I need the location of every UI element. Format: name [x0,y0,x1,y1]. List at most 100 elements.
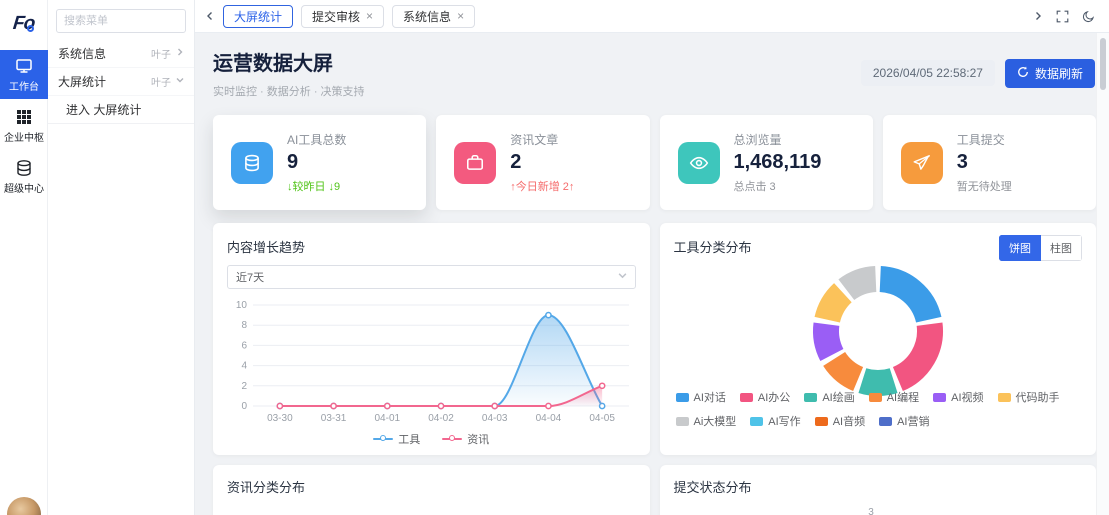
news-category-card: 资讯分类分布 [213,465,650,515]
sidebar-item-big-screen-stats[interactable]: 大屏统计 叶子 [48,68,194,96]
svg-text:04-04: 04-04 [536,413,562,424]
stat-value: 2 [510,151,574,174]
tabs-scroll-right-icon[interactable] [1033,11,1043,21]
chevron-right-icon [176,48,184,59]
legend-item[interactable]: AI音频 [815,413,865,429]
logo-text: Fo [12,13,36,35]
legend-item[interactable]: AI视频 [933,389,983,405]
close-icon[interactable]: × [366,10,373,22]
left-rail: Fo 工作台 企业中枢 超级中心 [0,0,48,515]
tabs-scroll-left-icon[interactable] [205,11,215,21]
moon-icon[interactable] [1082,10,1095,23]
tab-label: 大屏统计 [234,8,282,25]
dashboard-content: 运营数据大屏 实时监控 · 数据分析 · 决策支持 2026/04/05 22:… [195,33,1096,515]
chevron-down-icon [618,271,627,283]
svg-text:04-02: 04-02 [428,413,454,424]
user-avatar[interactable] [7,497,41,515]
legend-item[interactable]: 资讯 [442,431,489,447]
page-title: 运营数据大屏 [213,47,365,76]
svg-text:04-05: 04-05 [589,413,615,424]
sidebar-item-system-info[interactable]: 系统信息 叶子 [48,40,194,68]
content-growth-card: 内容增长趋势 近7天 024681003-3003-3104-0104-0204… [213,223,650,455]
svg-text:2: 2 [241,381,247,392]
chart-type-toggle: 饼图 柱图 [999,235,1082,261]
rail-item-super-center[interactable]: 超级中心 [0,152,48,201]
menu-item-label: 系统信息 [58,45,106,62]
stat-label: 总浏览量 [734,131,822,148]
sidebar-subitem-enter-big-screen[interactable]: 进入 大屏统计 [48,96,194,124]
chart-title: 内容增长趋势 [227,237,636,256]
rail-item-label: 企业中枢 [4,129,44,144]
svg-text:04-03: 04-03 [482,413,508,424]
svg-text:03-31: 03-31 [321,413,347,424]
stat-card-ai-tools: AI工具总数 9 ↓较昨日 ↓9 [213,115,426,210]
database-icon [231,142,273,184]
tab-submit-review[interactable]: 提交审核 × [301,5,384,28]
legend-item[interactable]: 代码助手 [998,389,1060,405]
chart-title: 资讯分类分布 [227,477,636,496]
data-refresh-button[interactable]: 数据刷新 [1005,59,1095,88]
legend-item[interactable]: AI写作 [750,413,800,429]
paper-plane-icon [901,142,943,184]
briefcase-icon [454,142,496,184]
search-input[interactable] [56,9,186,33]
rail-item-workbench[interactable]: 工作台 [0,50,48,99]
submission-status-card: 提交状态分布 33 [660,465,1097,515]
stat-trend: ↑今日新增 2↑ [510,178,574,194]
datetime-display: 2026/04/05 22:58:27 [861,60,995,86]
legend-item[interactable]: 工具 [373,431,420,447]
eye-icon [678,142,720,184]
svg-text:4: 4 [241,361,247,372]
bar-toggle-button[interactable]: 柱图 [1041,235,1082,261]
tab-system-info[interactable]: 系统信息 × [392,5,475,28]
stat-label: AI工具总数 [287,131,346,148]
svg-text:04-01: 04-01 [374,413,400,424]
legend-item[interactable]: AI营销 [879,413,929,429]
menu-item-tag: 叶子 [151,46,171,61]
database-icon [15,159,33,177]
stat-value: 9 [287,151,346,174]
status-bar-chart: 33 [660,495,1096,515]
menu-subitem-label: 进入 大屏统计 [66,101,141,118]
scrollbar-track [1096,33,1109,515]
legend-item[interactable]: AI编程 [869,389,919,405]
pie-toggle-button[interactable]: 饼图 [999,235,1041,261]
stat-card-tool-submissions: 工具提交 3 暂无待处理 [883,115,1096,210]
monitor-icon [15,57,33,75]
legend-item[interactable]: Ai大模型 [676,413,737,429]
menu-item-tag: 叶子 [151,74,171,89]
line-chart: 024681003-3003-3104-0104-0204-0304-0404-… [227,285,636,435]
svg-text:0: 0 [241,401,247,412]
refresh-icon [1017,66,1029,81]
news-pie-chart [213,503,650,515]
donut-chart [660,259,1096,409]
svg-text:03-30: 03-30 [267,413,293,424]
stat-value: 3 [957,151,1012,174]
stat-trend: ↓较昨日 ↓9 [287,178,346,194]
donut-chart-legend: AI对话 AI办公 AI绘画 AI编程 AI视频代码助手 Ai大模型 AI写作 AI音频 AI营… [676,389,1087,429]
tab-big-screen-stats[interactable]: 大屏统计 [223,5,293,28]
logo-dot-icon [27,25,34,32]
menu-item-label: 大屏统计 [58,73,106,90]
stat-label: 工具提交 [957,131,1012,148]
rail-item-label: 工作台 [9,78,39,93]
range-select-value: 近7天 [236,269,264,285]
svg-text:10: 10 [236,300,248,311]
fullscreen-icon[interactable] [1056,10,1069,23]
stat-sub: 总点击 3 [734,178,822,194]
tool-category-card: 工具分类分布 饼图 柱图 AI对话AI办公AI绘画AI编程AI视频代码助手Ai大… [660,223,1097,455]
stat-label: 资讯文章 [510,131,574,148]
stat-card-articles: 资讯文章 2 ↑今日新增 2↑ [436,115,649,210]
stat-value: 1,468,119 [734,151,822,174]
scrollbar-thumb[interactable] [1100,38,1106,90]
tab-label: 提交审核 [312,8,360,25]
grid-icon [15,108,33,126]
rail-item-label: 超级中心 [4,180,44,195]
close-icon[interactable]: × [457,10,464,22]
rail-item-enterprise-hub[interactable]: 企业中枢 [0,101,48,150]
tab-label: 系统信息 [403,8,451,25]
legend-item[interactable]: AI对话 [676,389,726,405]
refresh-button-label: 数据刷新 [1035,65,1083,82]
legend-item[interactable]: AI办公 [740,389,790,405]
legend-item[interactable]: AI绘画 [804,389,854,405]
